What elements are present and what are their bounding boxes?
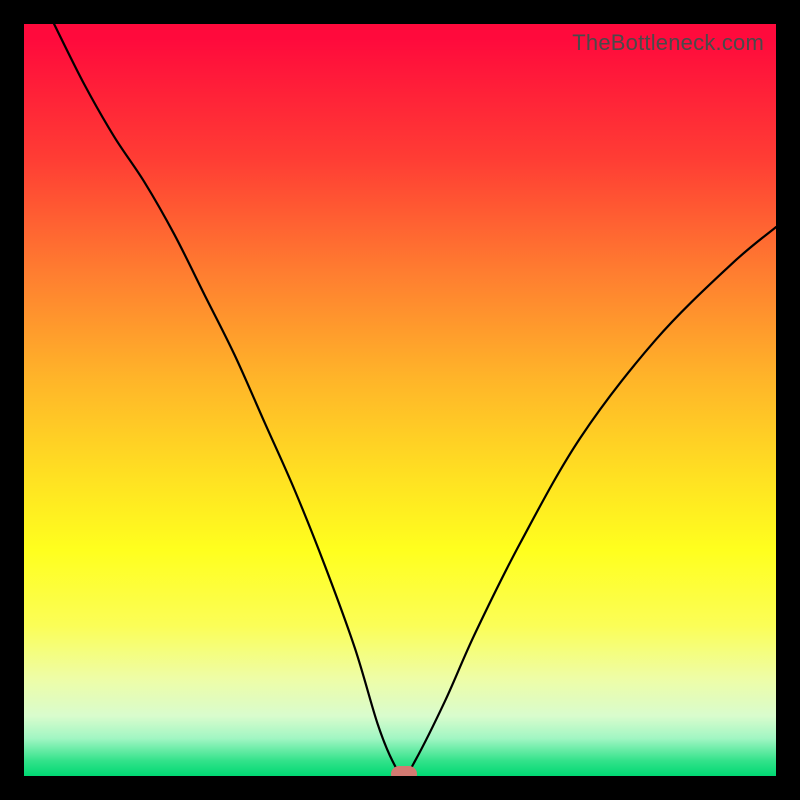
bottleneck-curve <box>54 24 776 776</box>
plot-area: TheBottleneck.com <box>24 24 776 776</box>
curve-layer <box>24 24 776 776</box>
chart-frame: TheBottleneck.com <box>0 0 800 800</box>
minimum-marker <box>391 766 417 776</box>
